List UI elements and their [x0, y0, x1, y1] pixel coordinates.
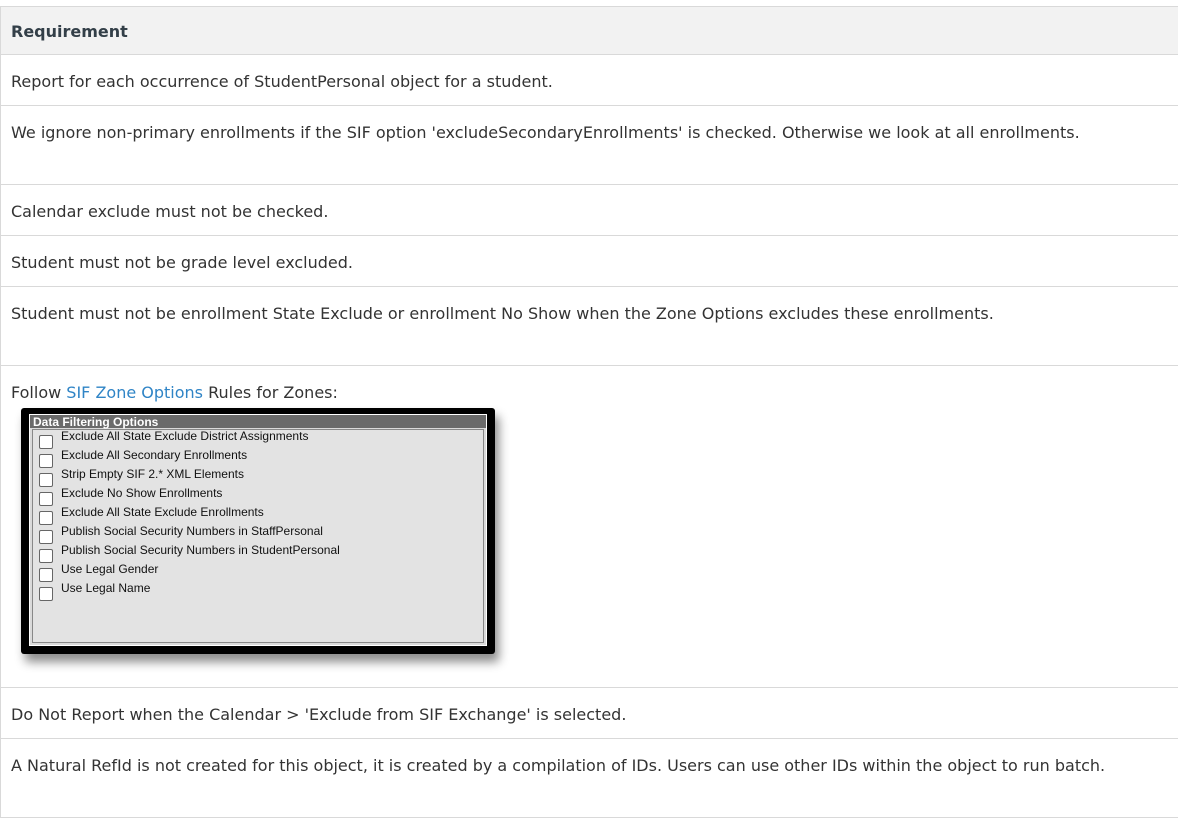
option-label: Strip Empty SIF 2.* XML Elements	[61, 467, 244, 481]
zone-prefix: Follow	[11, 383, 67, 402]
option-item: Use Legal Gender	[33, 563, 483, 582]
option-label: Use Legal Gender	[61, 562, 159, 576]
row-text: Do Not Report when the Calendar > 'Exclu…	[11, 705, 627, 724]
checkbox[interactable]	[39, 454, 53, 468]
option-item: Exclude All State Exclude District Assig…	[33, 430, 483, 449]
screenshot-title: Data Filtering Options	[30, 415, 486, 429]
table-row: Student must not be grade level excluded…	[0, 235, 1178, 286]
option-label: Exclude All State Exclude District Assig…	[61, 429, 309, 443]
row-text: We ignore non-primary enrollments if the…	[11, 123, 1080, 142]
table-row: We ignore non-primary enrollments if the…	[0, 105, 1178, 184]
row-text: Student must not be grade level excluded…	[11, 253, 353, 272]
option-item: Publish Social Security Numbers in Stude…	[33, 544, 483, 563]
option-item: Exclude All Secondary Enrollments	[33, 449, 483, 468]
table-header: Requirement	[0, 6, 1178, 54]
option-label: Publish Social Security Numbers in Staff…	[61, 524, 323, 538]
table-row: Student must not be enrollment State Exc…	[0, 286, 1178, 365]
checkbox[interactable]	[39, 511, 53, 525]
data-filtering-options-screenshot: Data Filtering Options Exclude All State…	[21, 408, 495, 654]
sif-zone-options-link[interactable]: SIF Zone Options	[66, 383, 203, 402]
checkbox[interactable]	[39, 549, 53, 563]
table-row: Report for each occurrence of StudentPer…	[0, 54, 1178, 105]
checkbox[interactable]	[39, 473, 53, 487]
option-label: Exclude No Show Enrollments	[61, 486, 223, 500]
checkbox[interactable]	[39, 568, 53, 582]
table-row: Calendar exclude must not be checked.	[0, 184, 1178, 235]
checkbox[interactable]	[39, 530, 53, 544]
table-row-zone-options: Follow SIF Zone Options Rules for Zones:…	[0, 365, 1178, 687]
table-row: A Natural RefId is not created for this …	[0, 738, 1178, 818]
checkbox[interactable]	[39, 587, 53, 601]
option-label: Exclude All State Exclude Enrollments	[61, 505, 264, 519]
zone-suffix: Rules for Zones:	[203, 383, 338, 402]
screenshot-panel: Data Filtering Options Exclude All State…	[29, 414, 487, 646]
option-label: Use Legal Name	[61, 581, 151, 595]
row-text: Report for each occurrence of StudentPer…	[11, 72, 553, 91]
row-text: Calendar exclude must not be checked.	[11, 202, 329, 221]
table-row: Do Not Report when the Calendar > 'Exclu…	[0, 687, 1178, 738]
option-item: Publish Social Security Numbers in Staff…	[33, 525, 483, 544]
option-item: Exclude All State Exclude Enrollments	[33, 506, 483, 525]
row-text: A Natural RefId is not created for this …	[11, 756, 1106, 775]
option-item: Strip Empty SIF 2.* XML Elements	[33, 468, 483, 487]
checkbox[interactable]	[39, 435, 53, 449]
checkbox[interactable]	[39, 492, 53, 506]
option-item: Use Legal Name	[33, 582, 483, 601]
option-item: Exclude No Show Enrollments	[33, 487, 483, 506]
options-list: Exclude All State Exclude District Assig…	[32, 429, 484, 643]
row-text: Student must not be enrollment State Exc…	[11, 304, 994, 323]
option-label: Publish Social Security Numbers in Stude…	[61, 543, 340, 557]
header-requirement: Requirement	[11, 22, 128, 41]
requirements-table: Requirement Report for each occurrence o…	[0, 6, 1178, 818]
option-label: Exclude All Secondary Enrollments	[61, 448, 248, 462]
